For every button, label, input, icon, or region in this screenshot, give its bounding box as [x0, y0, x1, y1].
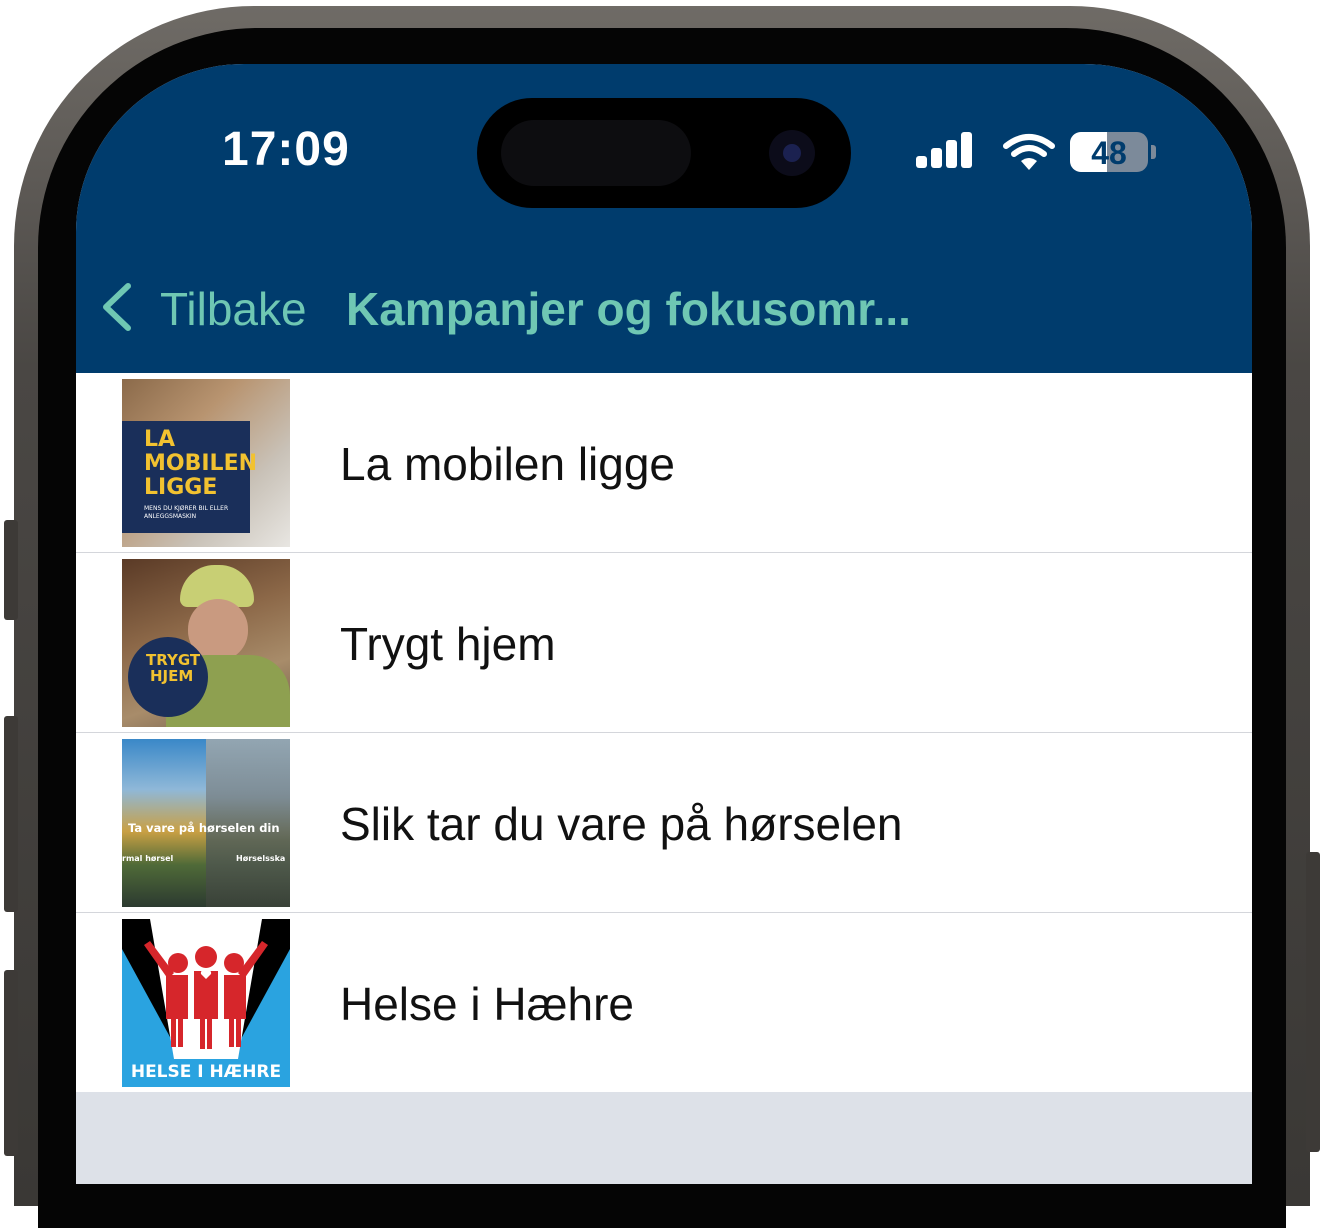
thumb-title-line: LA [144, 427, 176, 452]
thumb-subtitle: Hørselsska [236, 854, 286, 863]
campaign-thumbnail-trygt-hjem: TRYGT HJEM [122, 559, 290, 727]
app-header: 17:09 48 Tilbake Kampanjer og fokusomr..… [76, 64, 1252, 373]
list-item[interactable]: TRYGT HJEM Trygt hjem [76, 553, 1252, 733]
battery-cap [1151, 145, 1156, 159]
page-title: Kampanjer og fokusomr... [346, 283, 911, 335]
volume-down-button [4, 970, 18, 1156]
camera-icon [769, 130, 815, 176]
silent-switch [4, 520, 18, 620]
campaign-list: LA MOBILEN LIGGE MENS DU KJØRER BIL ELLE… [76, 373, 1252, 1092]
dynamic-island [477, 98, 851, 208]
power-button [1306, 852, 1320, 1152]
thumb-subtitle: MENS DU KJØRER BIL ELLER ANLEGGSMASKIN [144, 505, 229, 520]
status-time: 17:09 [222, 123, 350, 176]
thumb-subtitle: rmal hørsel [122, 854, 174, 863]
list-item[interactable]: Ta vare på hørselen din rmal hørsel Hørs… [76, 733, 1252, 913]
campaign-thumbnail-helse-i-haehre: HELSE I HÆHRE [122, 919, 290, 1087]
navigation-bar: Tilbake Kampanjer og fokusomr... [76, 264, 1252, 344]
list-item-label: Slik tar du vare på hørselen [340, 798, 903, 850]
thumb-title-line: TRYGT [146, 651, 201, 669]
list-item-label: La mobilen ligge [340, 438, 676, 490]
campaign-thumbnail-la-mobilen-ligge: LA MOBILEN LIGGE MENS DU KJØRER BIL ELLE… [122, 379, 290, 547]
screen: 17:09 48 Tilbake Kampanjer og fokusomr..… [76, 64, 1252, 1184]
battery-icon: 48 [1070, 132, 1148, 172]
thumb-title-line: HELSE I HÆHRE [130, 1062, 282, 1082]
list-item-label: Trygt hjem [340, 618, 556, 670]
list-item-label: Helse i Hæhre [340, 978, 634, 1030]
wifi-icon [1003, 134, 1055, 170]
list-item[interactable]: HELSE I HÆHRE Helse i Hæhre [76, 913, 1252, 1092]
back-button[interactable]: Tilbake [160, 282, 307, 336]
thumb-title-line: Ta vare på hørselen din [128, 821, 280, 835]
thumb-title-line: LIGGE [144, 475, 218, 500]
thumb-title-line: MOBILEN [144, 451, 258, 476]
chevron-left-icon[interactable] [100, 282, 134, 332]
thumb-title-line: HJEM [150, 667, 194, 685]
battery-percent: 48 [1091, 135, 1127, 171]
signal-icon [916, 130, 986, 174]
campaign-thumbnail-horsel: Ta vare på hørselen din rmal hørsel Hørs… [122, 739, 290, 907]
list-item[interactable]: LA MOBILEN LIGGE MENS DU KJØRER BIL ELLE… [76, 373, 1252, 553]
volume-up-button [4, 716, 18, 912]
